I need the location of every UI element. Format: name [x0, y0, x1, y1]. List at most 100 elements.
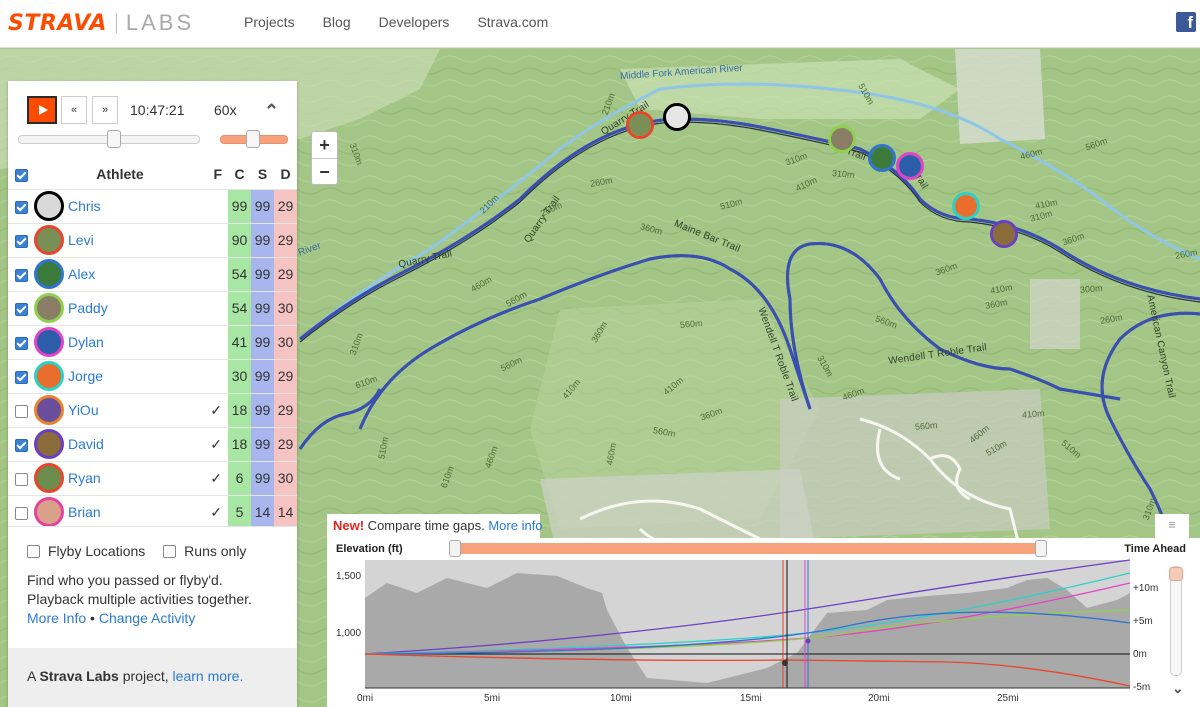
- zoom-in-button[interactable]: +: [312, 132, 337, 158]
- map-marker-chris[interactable]: [663, 103, 691, 131]
- athlete-checkbox[interactable]: [14, 336, 28, 350]
- athlete-name-link[interactable]: Levi: [68, 232, 94, 248]
- flyby-check: ✓: [206, 494, 228, 529]
- contour-label: 410m: [1021, 408, 1045, 420]
- map-marker-dylan[interactable]: [896, 152, 924, 180]
- athlete-row[interactable]: Jorge 30 99 29: [8, 358, 297, 393]
- s-value: 14: [251, 494, 274, 529]
- c-header: C: [234, 165, 245, 182]
- avatar: [34, 429, 64, 459]
- select-all-checkbox[interactable]: [14, 168, 28, 182]
- athlete-row[interactable]: Alex 54 99 29: [8, 256, 297, 291]
- c-value: 41: [228, 324, 251, 359]
- banner-more-info-link[interactable]: More info: [488, 518, 542, 533]
- nav-strava-com[interactable]: Strava.com: [477, 14, 548, 30]
- athlete-name-link[interactable]: Dylan: [68, 334, 104, 350]
- timeline-slider-handle[interactable]: [107, 130, 121, 148]
- nav-developers[interactable]: Developers: [379, 14, 450, 30]
- athlete-row[interactable]: Chris 99 99 29: [8, 188, 297, 223]
- nav-blog[interactable]: Blog: [323, 14, 351, 30]
- learn-more-link[interactable]: learn more.: [173, 668, 244, 684]
- avatar: [899, 155, 921, 177]
- athlete-row[interactable]: Paddy 54 99 30: [8, 290, 297, 325]
- flyby-check: [206, 358, 228, 393]
- athlete-name-link[interactable]: Alex: [68, 266, 95, 282]
- strava-labs-logo[interactable]: STRAVA LABS: [8, 9, 194, 37]
- athlete-name-link[interactable]: Chris: [68, 198, 101, 214]
- athlete-select-cell: [8, 188, 34, 223]
- athlete-name-link[interactable]: Paddy: [68, 300, 108, 316]
- athlete-checkbox[interactable]: [14, 472, 28, 486]
- runs-only-checkbox[interactable]: [163, 544, 177, 558]
- runs-only-option[interactable]: Runs only: [163, 543, 246, 559]
- c-value: 54: [228, 256, 251, 291]
- x-tick-20mi: 20mi: [868, 693, 890, 704]
- elevation-panel: Elevation (ft) Time Ahead 1,500 1,000 0m…: [327, 538, 1200, 707]
- athlete-checkbox[interactable]: [14, 507, 28, 521]
- forward-button[interactable]: »: [92, 96, 118, 124]
- athlete-row[interactable]: YiOu ✓ 18 99 29: [8, 392, 297, 427]
- change-activity-link[interactable]: Change Activity: [99, 610, 196, 626]
- athlete-row[interactable]: Brian ✓ 5 14 14: [8, 494, 297, 529]
- time-scale-scrollbar[interactable]: [1169, 566, 1183, 676]
- map-marker-jorge[interactable]: [952, 192, 980, 220]
- athlete-select-cell: [8, 392, 34, 427]
- athlete-row[interactable]: Levi 90 99 29: [8, 222, 297, 257]
- nav-projects[interactable]: Projects: [244, 14, 295, 30]
- avatar: [871, 147, 893, 169]
- athlete-checkbox[interactable]: [14, 234, 28, 248]
- map-marker-alex[interactable]: [868, 144, 896, 172]
- menu-icon[interactable]: ≡: [1155, 514, 1189, 538]
- athlete-checkbox[interactable]: [14, 302, 28, 316]
- athlete-checkbox[interactable]: [14, 404, 28, 418]
- athlete-name-link[interactable]: Brian: [68, 504, 101, 520]
- athlete-checkbox[interactable]: [14, 200, 28, 214]
- playback-controls: « » 10:47:21 60x ⌃: [8, 81, 297, 159]
- right-tick-plus10: +10m: [1133, 583, 1159, 594]
- chevron-down-icon[interactable]: ⌄: [1172, 680, 1184, 697]
- contour-label: 310m: [831, 168, 855, 180]
- facebook-icon[interactable]: f: [1176, 12, 1196, 32]
- athlete-row[interactable]: Ryan ✓ 6 99 30: [8, 460, 297, 495]
- athlete-select-cell: [8, 256, 34, 291]
- athlete-name-link[interactable]: Jorge: [68, 368, 103, 384]
- s-value: 99: [251, 460, 274, 495]
- flyby-check: [206, 188, 228, 223]
- zoom-out-button[interactable]: −: [312, 158, 337, 184]
- more-info-link[interactable]: More Info: [27, 610, 86, 626]
- flyby-locations-option[interactable]: Flyby Locations: [27, 543, 145, 559]
- athlete-row[interactable]: Dylan 41 99 30: [8, 324, 297, 359]
- s-value: 99: [251, 256, 274, 291]
- athlete-row[interactable]: David ✓ 18 99 29: [8, 426, 297, 461]
- athlete-checkbox[interactable]: [14, 438, 28, 452]
- speed-slider-handle[interactable]: [246, 130, 260, 148]
- map-marker-levi[interactable]: [626, 111, 654, 139]
- y-tick-1000: 1,000: [336, 628, 362, 639]
- avatar: [993, 223, 1015, 245]
- chevron-up-icon[interactable]: ⌃: [264, 101, 279, 122]
- description-line-1: Find who you passed or flyby'd.: [27, 571, 223, 588]
- play-icon[interactable]: [27, 96, 57, 124]
- flyby-check: [206, 256, 228, 291]
- time-scale-handle[interactable]: [1169, 567, 1183, 581]
- map-marker-david[interactable]: [990, 220, 1018, 248]
- d-value: 30: [274, 460, 297, 495]
- avatar: [831, 128, 853, 150]
- select-all-cell: [8, 159, 34, 189]
- timeline-slider[interactable]: [18, 130, 200, 148]
- flyby-locations-checkbox[interactable]: [27, 544, 40, 558]
- description: Find who you passed or flyby'd. Playback…: [27, 571, 278, 628]
- avatar: [34, 361, 64, 391]
- athlete-checkbox[interactable]: [14, 268, 28, 282]
- athlete-name-link[interactable]: YiOu: [68, 402, 99, 418]
- rewind-button[interactable]: «: [61, 96, 87, 124]
- athlete-checkbox[interactable]: [14, 370, 28, 384]
- avatar: [34, 395, 64, 425]
- s-value: 99: [251, 290, 274, 325]
- athlete-name-link[interactable]: Ryan: [68, 470, 101, 486]
- avatar: [34, 259, 64, 289]
- flyby-locations-label: Flyby Locations: [48, 543, 146, 559]
- athlete-name-link[interactable]: David: [68, 436, 104, 452]
- speed-slider[interactable]: [220, 130, 288, 148]
- map-marker-paddy[interactable]: [828, 125, 856, 153]
